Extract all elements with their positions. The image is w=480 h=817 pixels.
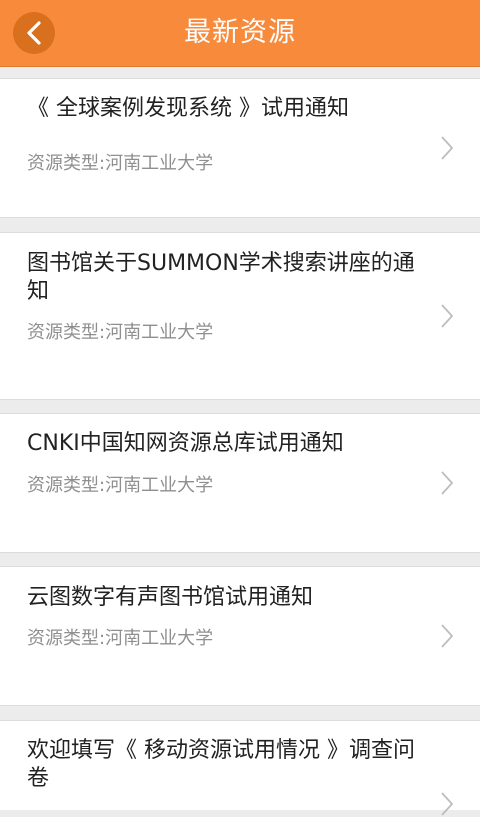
top-bar: 最新资源 [0, 0, 480, 67]
chevron-right-icon [441, 304, 454, 328]
chevron-right-icon [441, 471, 454, 495]
list-item[interactable]: 图书馆关于SUMMON学术搜索讲座的通知 资源类型:河南工业大学 [0, 232, 480, 400]
chevron-right-icon [441, 136, 454, 160]
list-item[interactable]: CNKI中国知网资源总库试用通知 资源类型:河南工业大学 [0, 413, 480, 553]
item-title: 云图数字有声图书馆试用通知 [27, 585, 314, 610]
list-item[interactable]: 欢迎填写《 移动资源试用情况 》调查问卷 [0, 720, 480, 816]
item-subtitle: 资源类型:河南工业大学 [27, 475, 214, 496]
item-subtitle: 资源类型:河南工业大学 [27, 322, 214, 343]
page-title: 最新资源 [184, 17, 296, 48]
item-title: CNKI中国知网资源总库试用通知 [27, 431, 344, 456]
chevron-right-icon [441, 624, 454, 648]
chevron-right-icon [441, 792, 454, 816]
item-title: 《 全球案例发现系统 》试用通知 [27, 96, 349, 121]
item-title: 图书馆关于SUMMON学术搜索讲座的通知 [27, 251, 415, 304]
list-item[interactable]: 云图数字有声图书馆试用通知 资源类型:河南工业大学 [0, 566, 480, 706]
item-subtitle: 资源类型:河南工业大学 [27, 628, 214, 649]
list-item[interactable]: 《 全球案例发现系统 》试用通知 资源类型:河南工业大学 [0, 78, 480, 218]
item-title: 欢迎填写《 移动资源试用情况 》调查问卷 [27, 738, 415, 791]
item-subtitle: 资源类型:河南工业大学 [27, 153, 214, 174]
